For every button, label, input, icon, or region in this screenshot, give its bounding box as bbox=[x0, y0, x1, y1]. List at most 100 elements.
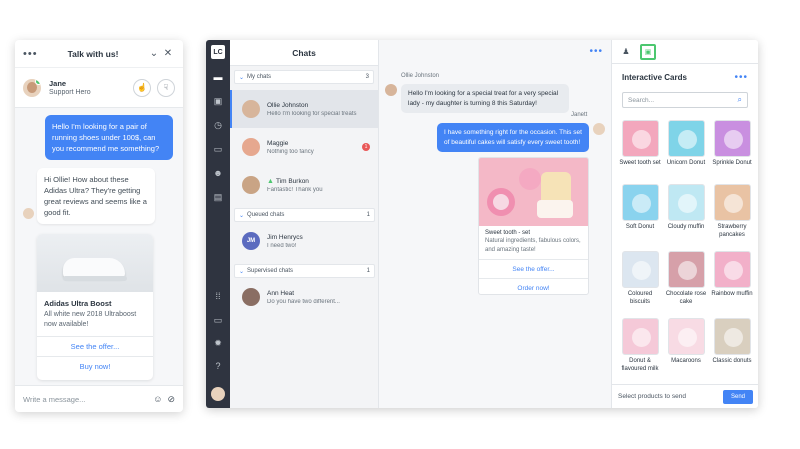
agent-message: I have something right for the occasion.… bbox=[437, 123, 589, 152]
product-item[interactable]: Classic donuts bbox=[711, 318, 753, 366]
visitor-message: Hello I'm looking for a special treat fo… bbox=[401, 84, 569, 113]
product-item[interactable]: Coloured biscuits bbox=[619, 251, 661, 306]
avatar: JM bbox=[242, 232, 260, 250]
emoji-icon[interactable]: ☺ bbox=[153, 394, 162, 404]
widget-header: ••• Talk with us! ⌄ ✕ bbox=[15, 40, 183, 68]
chat-preview: Fantastic! Thank you bbox=[267, 186, 323, 193]
product-label: Macaroons bbox=[671, 358, 701, 364]
contacts-icon[interactable]: ▣ bbox=[206, 96, 230, 107]
product-label: Classic donuts bbox=[712, 358, 752, 364]
visitor-message: Hello I'm looking for a pair of running … bbox=[45, 115, 173, 160]
chat-name: Maggie bbox=[267, 139, 289, 147]
chat-preview: Do you have two different... bbox=[267, 298, 340, 305]
product-image bbox=[667, 318, 705, 355]
app-logo[interactable]: LC bbox=[211, 45, 225, 59]
buy-now-button[interactable]: Buy now! bbox=[37, 356, 153, 376]
conversation-menu-icon[interactable]: ••• bbox=[589, 46, 603, 57]
interactive-cards-panel: ♟ ▣ Interactive Cards ••• Search... ⌕ Sw… bbox=[611, 40, 758, 408]
thumbs-down-icon: ☟ bbox=[163, 83, 169, 92]
product-item[interactable]: Sprinkle Donut bbox=[711, 120, 753, 168]
see-offer-button[interactable]: See the offer... bbox=[479, 259, 588, 278]
search-icon[interactable]: ⌕ bbox=[738, 95, 742, 105]
avatar bbox=[242, 138, 260, 156]
product-label: Chocolate rose cake bbox=[665, 291, 707, 305]
widget-menu-icon[interactable]: ••• bbox=[23, 48, 39, 60]
chat-name: Ollie Johnston bbox=[267, 101, 309, 109]
product-item[interactable]: Unicorn Donut bbox=[665, 120, 707, 168]
conversation-panel: ••• Ollie Johnston Hello I'm looking for… bbox=[379, 40, 611, 408]
order-now-button[interactable]: Order now! bbox=[479, 278, 588, 294]
product-item[interactable]: Macaroons bbox=[665, 318, 707, 366]
agent-small-avatar bbox=[23, 208, 34, 219]
widget-title: Talk with us! bbox=[67, 48, 119, 59]
chat-preview: Nothing too fancy bbox=[267, 148, 314, 155]
agent-avatar bbox=[23, 78, 41, 97]
product-image bbox=[621, 184, 659, 221]
product-description: All white new 2018 Ultraboost now availa… bbox=[44, 311, 137, 328]
product-item[interactable]: Cloudy muffin bbox=[665, 184, 707, 232]
cards-menu-icon[interactable]: ••• bbox=[734, 72, 748, 83]
product-label: Donut & flavoured milk bbox=[621, 358, 659, 372]
agent-profile-avatar[interactable] bbox=[211, 387, 225, 401]
thumbs-up-icon: ▲ bbox=[267, 177, 274, 185]
product-label: Rainbow muffin bbox=[711, 291, 753, 297]
product-item[interactable]: Soft Donut bbox=[619, 184, 661, 232]
reports-icon[interactable]: ▤ bbox=[206, 192, 230, 203]
rate-bad-button[interactable]: ☟ bbox=[157, 78, 175, 97]
product-title: Adidas Ultra Boost bbox=[44, 299, 112, 308]
settings-icon[interactable]: ✹ bbox=[206, 338, 230, 349]
chat-item[interactable]: Ollie Johnston Hello I'm looking for spe… bbox=[230, 90, 378, 128]
attach-icon[interactable]: ⊘ bbox=[167, 394, 175, 405]
message-input[interactable]: Write a message... ☺ ⊘ bbox=[15, 385, 183, 412]
section-queued[interactable]: ⌄ Queued chats 1 bbox=[234, 208, 375, 222]
cake-icon bbox=[537, 200, 573, 218]
help-icon[interactable]: ? bbox=[206, 361, 230, 371]
chat-item[interactable]: ▲ Tim Burkon Fantastic! Thank you bbox=[230, 166, 378, 204]
visitor-avatar bbox=[385, 84, 397, 96]
product-search-input[interactable]: Search... ⌕ bbox=[622, 92, 748, 108]
team-icon[interactable]: ☻ bbox=[206, 168, 230, 178]
product-item[interactable]: Sweet tooth set bbox=[619, 120, 661, 168]
sender-name: Ollie Johnston bbox=[401, 73, 440, 79]
section-my-chats[interactable]: ⌄ My chats 3 bbox=[234, 70, 374, 84]
macaroon-icon bbox=[519, 168, 541, 190]
chat-list-title: Chats bbox=[230, 40, 378, 66]
product-image bbox=[713, 318, 751, 355]
chat-item[interactable]: Ann Heat Do you have two different... bbox=[230, 278, 378, 316]
product-label: Soft Donut bbox=[625, 224, 655, 230]
customer-tab-icon[interactable]: ♟ bbox=[618, 44, 634, 60]
close-icon[interactable]: ✕ bbox=[161, 48, 175, 59]
product-label: Sprinkle Donut bbox=[712, 160, 752, 166]
shoe-icon bbox=[63, 258, 127, 281]
billing-icon[interactable]: ▭ bbox=[206, 315, 230, 326]
rate-good-button[interactable]: ☝ bbox=[133, 78, 151, 97]
chat-item[interactable]: JM Jim Henrycs I need two! bbox=[230, 222, 378, 260]
see-offer-button[interactable]: See the offer... bbox=[37, 336, 153, 356]
history-icon[interactable]: ◷ bbox=[206, 120, 230, 131]
product-image bbox=[621, 318, 659, 355]
product-image bbox=[713, 184, 751, 221]
chat-name-text: Tim Burkon bbox=[275, 177, 309, 185]
product-item[interactable]: Donut & flavoured milk bbox=[619, 318, 661, 373]
cards-app-tab-icon[interactable]: ▣ bbox=[640, 43, 656, 60]
section-supervised[interactable]: ⌄ Supervised chats 1 bbox=[234, 264, 375, 278]
chat-item[interactable]: Maggie Nothing too fancy 1 bbox=[230, 128, 378, 166]
section-label: Queued chats bbox=[247, 212, 285, 218]
chats-icon[interactable]: ▬ bbox=[206, 72, 230, 82]
chat-name: Jim Henrycs bbox=[267, 233, 303, 241]
send-button[interactable]: Send bbox=[723, 389, 753, 404]
card-description: Natural ingredients, fabulous colors, an… bbox=[485, 238, 581, 253]
product-item[interactable]: Chocolate rose cake bbox=[665, 251, 707, 306]
chevron-down-icon: ⌄ bbox=[239, 74, 245, 81]
product-item[interactable]: Strawberry pancakes bbox=[711, 184, 753, 239]
tickets-icon[interactable]: ▭ bbox=[206, 144, 230, 155]
minimize-icon[interactable]: ⌄ bbox=[147, 48, 161, 59]
product-image bbox=[667, 120, 705, 157]
product-item[interactable]: Rainbow muffin bbox=[711, 251, 753, 299]
apps-icon[interactable]: ⁞⁞ bbox=[206, 291, 230, 301]
avatar bbox=[242, 176, 260, 194]
cards-title: Interactive Cards bbox=[622, 72, 687, 82]
unread-badge: 1 bbox=[362, 143, 370, 151]
product-label: Sweet tooth set bbox=[619, 160, 661, 166]
footer-hint: Select products to send bbox=[618, 393, 686, 400]
